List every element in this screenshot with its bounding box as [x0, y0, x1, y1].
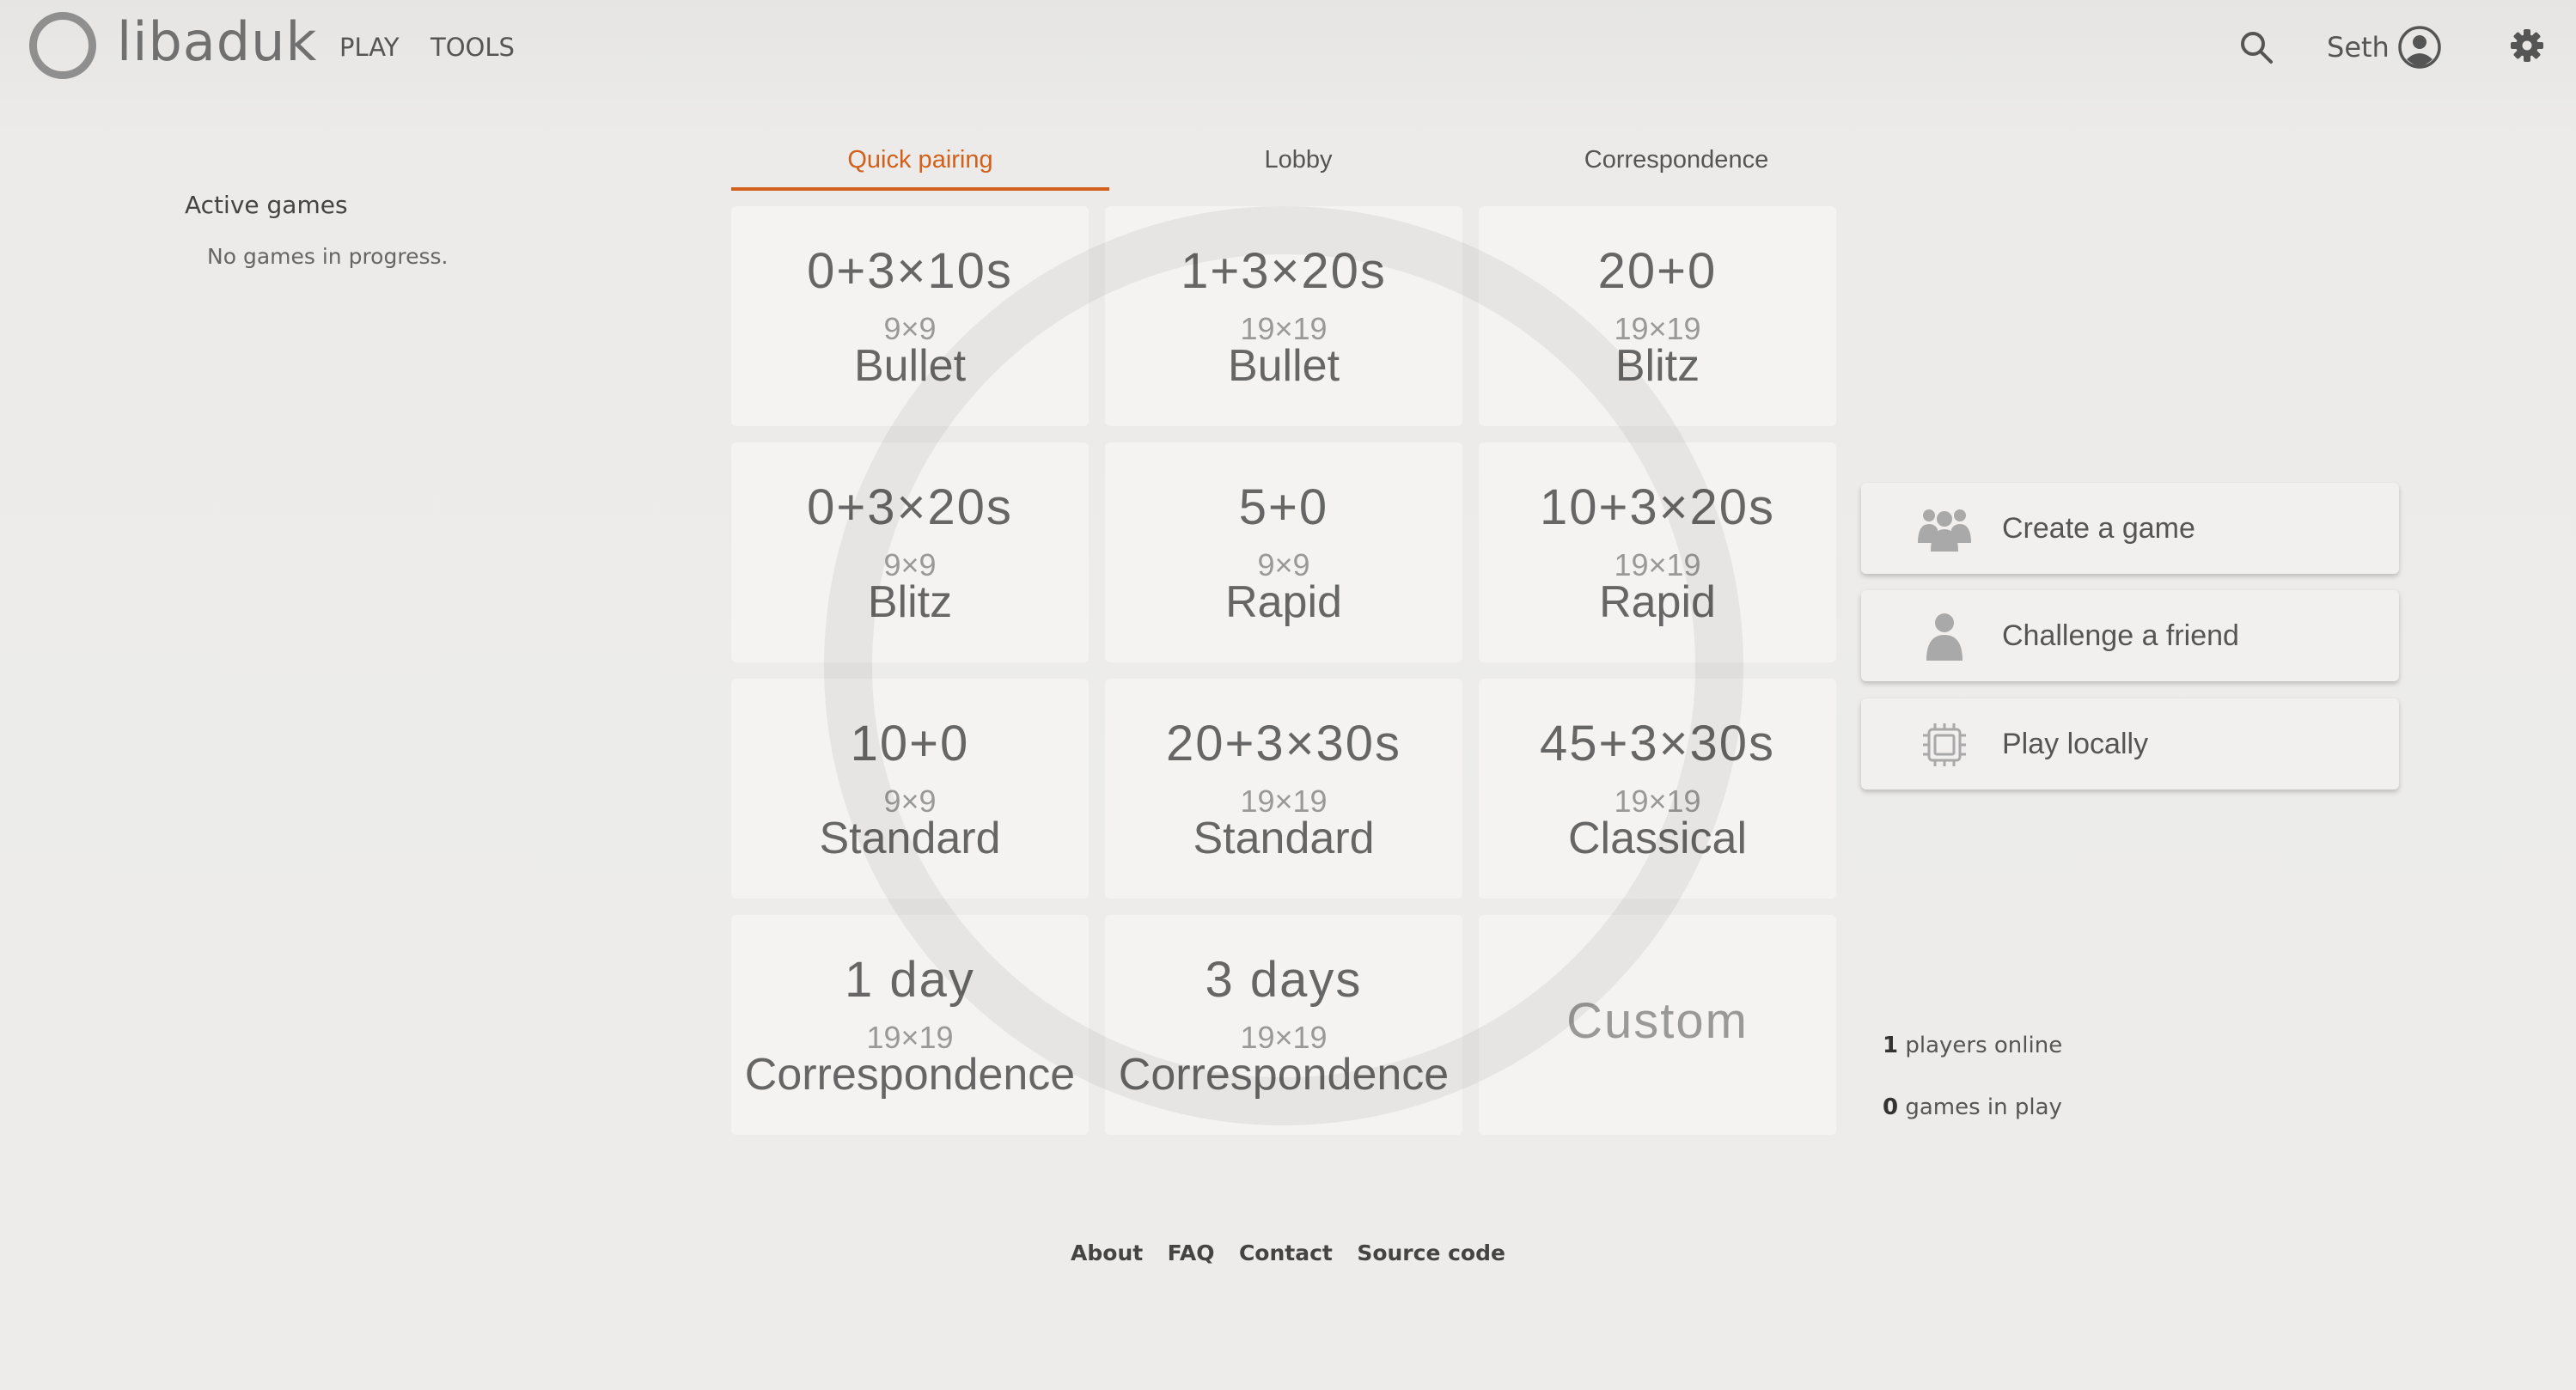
search-icon[interactable] [2238, 29, 2274, 65]
challenge-friend-label: Challenge a friend [2002, 619, 2239, 652]
footer-link-contact[interactable]: Contact [1239, 1241, 1333, 1265]
avatar-icon[interactable] [2397, 25, 2442, 70]
logo-text[interactable]: libaduk [117, 10, 317, 73]
pairing-tile[interactable]: 3 days 19×19 Correspondence [1105, 915, 1462, 1135]
create-game-button[interactable]: Create a game [1861, 483, 2399, 574]
tile-time: 0+3×10s [807, 243, 1013, 299]
play-locally-label: Play locally [2002, 728, 2149, 760]
pairing-tile[interactable]: 20+3×30s 19×19 Standard [1105, 679, 1462, 899]
tile-speed: Standard [1193, 814, 1375, 863]
tile-time: 20+0 [1597, 243, 1718, 299]
tile-time: 45+3×30s [1539, 716, 1776, 771]
pairing-tile[interactable]: 1+3×20s 19×19 Bullet [1105, 206, 1462, 426]
tile-speed: Blitz [1615, 341, 1700, 391]
tile-speed: Rapid [1225, 577, 1342, 627]
challenge-friend-button[interactable]: Challenge a friend [1861, 590, 2399, 681]
chip-icon [1923, 723, 1966, 766]
tab-lobby[interactable]: Lobby [1109, 137, 1487, 191]
games-in-play-count: 0 [1883, 1094, 1899, 1120]
tile-speed: Bullet [853, 341, 967, 391]
tile-speed: Bullet [1227, 341, 1340, 391]
create-game-label: Create a game [2002, 512, 2195, 545]
no-games-text: No games in progress. [207, 244, 449, 269]
gear-icon[interactable] [2509, 27, 2545, 64]
person-icon [1926, 613, 1963, 661]
tile-speed: Blitz [867, 577, 953, 627]
tile-speed: Correspondence [744, 1050, 1076, 1100]
players-online-count: 1 [1883, 1033, 1899, 1058]
active-games-title: Active games [185, 191, 348, 219]
top-header: libaduk PLAY TOOLS Seth [0, 0, 2576, 94]
play-locally-button[interactable]: Play locally [1861, 698, 2399, 789]
quick-pairing-grid: 0+3×10s 9×9 Bullet 1+3×20s 19×19 Bullet … [731, 206, 1836, 1136]
pairing-tabs: Quick pairing Lobby Correspondence [731, 137, 1865, 191]
custom-label: Custom [1566, 993, 1749, 1049]
footer-link-about[interactable]: About [1071, 1241, 1143, 1265]
players-online-stat: 1 players online [1883, 1033, 2062, 1058]
group-icon [1918, 509, 1971, 552]
tile-time: 3 days [1205, 952, 1363, 1008]
tile-speed: Classical [1567, 814, 1748, 863]
tile-time: 1 day [845, 952, 975, 1008]
footer-link-faq[interactable]: FAQ [1168, 1241, 1215, 1265]
tile-speed: Correspondence [1118, 1050, 1450, 1100]
nav-play[interactable]: PLAY [339, 33, 400, 62]
user-name[interactable]: Seth [2327, 31, 2390, 64]
tile-time: 0+3×20s [807, 479, 1013, 535]
pairing-tile[interactable]: 10+0 9×9 Standard [731, 679, 1089, 899]
tile-time: 10+3×20s [1539, 479, 1776, 535]
tab-quick-pairing[interactable]: Quick pairing [731, 137, 1109, 191]
pairing-tile[interactable]: 0+3×20s 9×9 Blitz [731, 442, 1089, 662]
tile-time: 5+0 [1238, 479, 1329, 535]
pairing-tile[interactable]: 5+0 9×9 Rapid [1105, 442, 1462, 662]
pairing-tile[interactable]: 1 day 19×19 Correspondence [731, 915, 1089, 1135]
tile-speed: Rapid [1599, 577, 1716, 627]
pairing-tile[interactable]: 10+3×20s 19×19 Rapid [1479, 442, 1836, 662]
players-online-label: players online [1898, 1033, 2063, 1058]
tile-time: 20+3×30s [1165, 716, 1402, 771]
custom-game-tile[interactable]: Custom [1479, 915, 1836, 1135]
games-in-play-stat: 0 games in play [1883, 1094, 2062, 1120]
games-in-play-label: games in play [1898, 1094, 2062, 1120]
pairing-tile[interactable]: 0+3×10s 9×9 Bullet [731, 206, 1089, 426]
nav-tools[interactable]: TOOLS [430, 33, 515, 62]
pairing-tile[interactable]: 20+0 19×19 Blitz [1479, 206, 1836, 426]
footer: About FAQ Contact Source code [0, 1241, 2576, 1265]
tab-correspondence[interactable]: Correspondence [1487, 137, 1865, 191]
tile-time: 1+3×20s [1181, 243, 1387, 299]
pairing-tile[interactable]: 45+3×30s 19×19 Classical [1479, 679, 1836, 899]
logo-icon[interactable] [29, 12, 96, 79]
footer-link-source-code[interactable]: Source code [1357, 1241, 1505, 1265]
tile-time: 10+0 [850, 716, 970, 771]
tile-speed: Standard [819, 814, 1001, 863]
